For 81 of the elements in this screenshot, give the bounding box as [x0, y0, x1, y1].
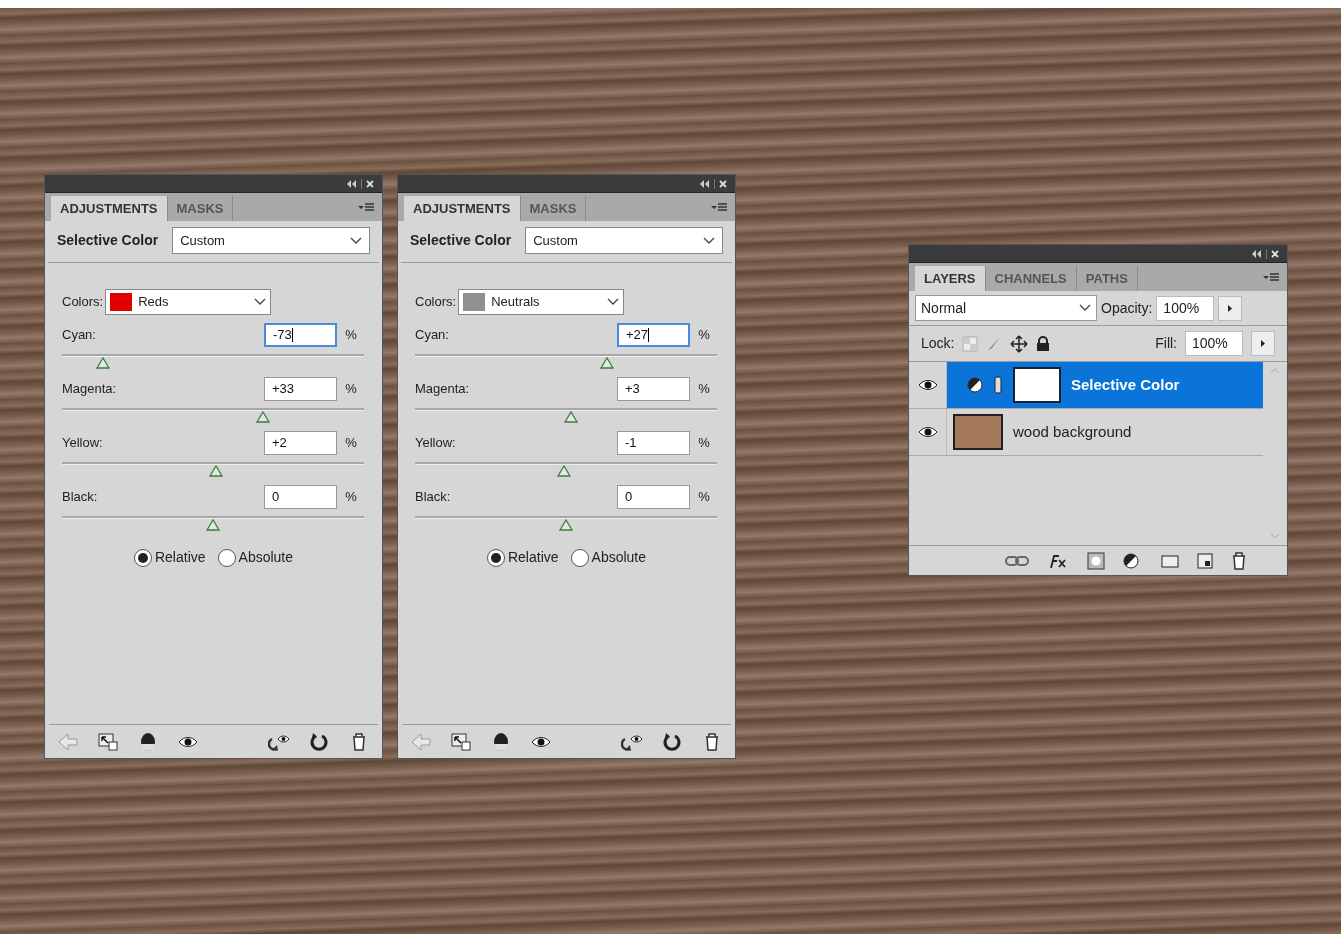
- preset-dropdown[interactable]: Custom: [172, 227, 370, 254]
- wood-thumbnail: [953, 414, 1003, 450]
- opacity-label: Opacity:: [1101, 298, 1153, 318]
- collapse-icon[interactable]: [700, 179, 710, 188]
- percent-unit: %: [344, 434, 358, 453]
- radio-option[interactable]: Relative: [133, 547, 206, 568]
- value-field[interactable]: +33: [264, 377, 337, 401]
- colors-dropdown[interactable]: Neutrals: [458, 289, 625, 315]
- slider-label: Black:: [62, 488, 99, 507]
- link-icon: [993, 376, 1003, 394]
- value-field[interactable]: +2: [264, 431, 337, 455]
- adjustment-title: Selective Color: [410, 231, 512, 250]
- close-icon[interactable]: [1271, 249, 1279, 258]
- link-icon[interactable]: [1005, 554, 1029, 567]
- panel-tab[interactable]: ADJUSTMENTS: [404, 196, 521, 221]
- value-field[interactable]: +27: [617, 323, 690, 347]
- close-icon[interactable]: [366, 179, 374, 188]
- slider-label: Magenta:: [415, 380, 471, 399]
- trash-icon[interactable]: [1231, 551, 1247, 570]
- chevron-down-icon: [1079, 304, 1091, 312]
- arrow-right-icon[interactable]: [1251, 331, 1275, 356]
- value-field[interactable]: -73: [264, 323, 337, 347]
- slider-label: Magenta:: [62, 380, 118, 399]
- value-field[interactable]: +3: [617, 377, 690, 401]
- panel-tab[interactable]: ADJUSTMENTS: [51, 196, 168, 221]
- collapse-icon[interactable]: [1252, 249, 1262, 258]
- panel-menu-icon[interactable]: [1263, 273, 1279, 283]
- mask-thumbnail: [1013, 367, 1061, 403]
- adjustment-title: Selective Color: [57, 231, 159, 250]
- arrow-right-icon[interactable]: [1218, 295, 1243, 321]
- layer-row[interactable]: Selective Color: [947, 362, 1263, 408]
- reset-icon[interactable]: [661, 730, 683, 753]
- slider-label: Black:: [415, 488, 452, 507]
- collapse-icon[interactable]: [347, 179, 357, 188]
- chevron-down-icon: [350, 236, 362, 245]
- slider-label: Yellow:: [62, 434, 104, 453]
- value-field[interactable]: 0: [617, 485, 690, 509]
- percent-unit: %: [344, 488, 358, 507]
- opacity-field[interactable]: 100%: [1156, 295, 1215, 321]
- radio-option[interactable]: Absolute: [217, 547, 294, 568]
- chevron-down-icon: [254, 298, 267, 306]
- radio-option[interactable]: Absolute: [570, 547, 647, 568]
- slider-label: Cyan:: [62, 326, 97, 345]
- mask-icon[interactable]: [1087, 551, 1105, 570]
- radio-option[interactable]: Relative: [486, 547, 559, 568]
- new-layer-icon[interactable]: [1197, 552, 1213, 569]
- panel-tab[interactable]: LAYERS: [915, 266, 986, 291]
- percent-unit: %: [697, 488, 711, 507]
- resize-arrow-icon[interactable]: [450, 730, 472, 753]
- chevron-down-icon: [607, 298, 620, 306]
- panel-menu-icon[interactable]: [711, 203, 727, 213]
- resize-arrow-icon[interactable]: [97, 730, 119, 753]
- layer-name: wood background: [1013, 421, 1132, 442]
- panel-menu-icon[interactable]: [358, 203, 374, 213]
- colors-label: Colors:: [62, 293, 104, 312]
- lock-icon[interactable]: [1036, 335, 1051, 352]
- slider-label: Yellow:: [415, 434, 457, 453]
- fill-field[interactable]: 100%: [1185, 331, 1243, 356]
- percent-unit: %: [697, 380, 711, 399]
- folder-icon[interactable]: [1161, 553, 1179, 568]
- slider-label: Cyan:: [415, 326, 450, 345]
- percent-unit: %: [344, 326, 358, 345]
- percent-unit: %: [697, 326, 711, 345]
- percent-unit: %: [344, 380, 358, 399]
- layer-name: Selective Color: [1071, 374, 1180, 395]
- reset-icon[interactable]: [308, 730, 330, 753]
- eye-icon[interactable]: [917, 425, 938, 439]
- value-field[interactable]: 0: [264, 485, 337, 509]
- lock-label: Lock:: [921, 334, 955, 353]
- preset-dropdown[interactable]: Custom: [525, 227, 723, 254]
- fill-label: Fill:: [1155, 334, 1177, 353]
- move-icon[interactable]: [1010, 334, 1029, 353]
- close-icon[interactable]: [719, 179, 727, 188]
- adjustment-icon: [967, 377, 983, 393]
- percent-unit: %: [697, 434, 711, 453]
- chevron-down-icon: [703, 236, 715, 245]
- colors-label: Colors:: [415, 293, 457, 312]
- value-field[interactable]: -1: [617, 431, 690, 455]
- colors-dropdown[interactable]: Reds: [105, 289, 272, 315]
- blend-mode-dropdown[interactable]: Normal: [915, 295, 1097, 321]
- eye-icon[interactable]: [917, 378, 938, 392]
